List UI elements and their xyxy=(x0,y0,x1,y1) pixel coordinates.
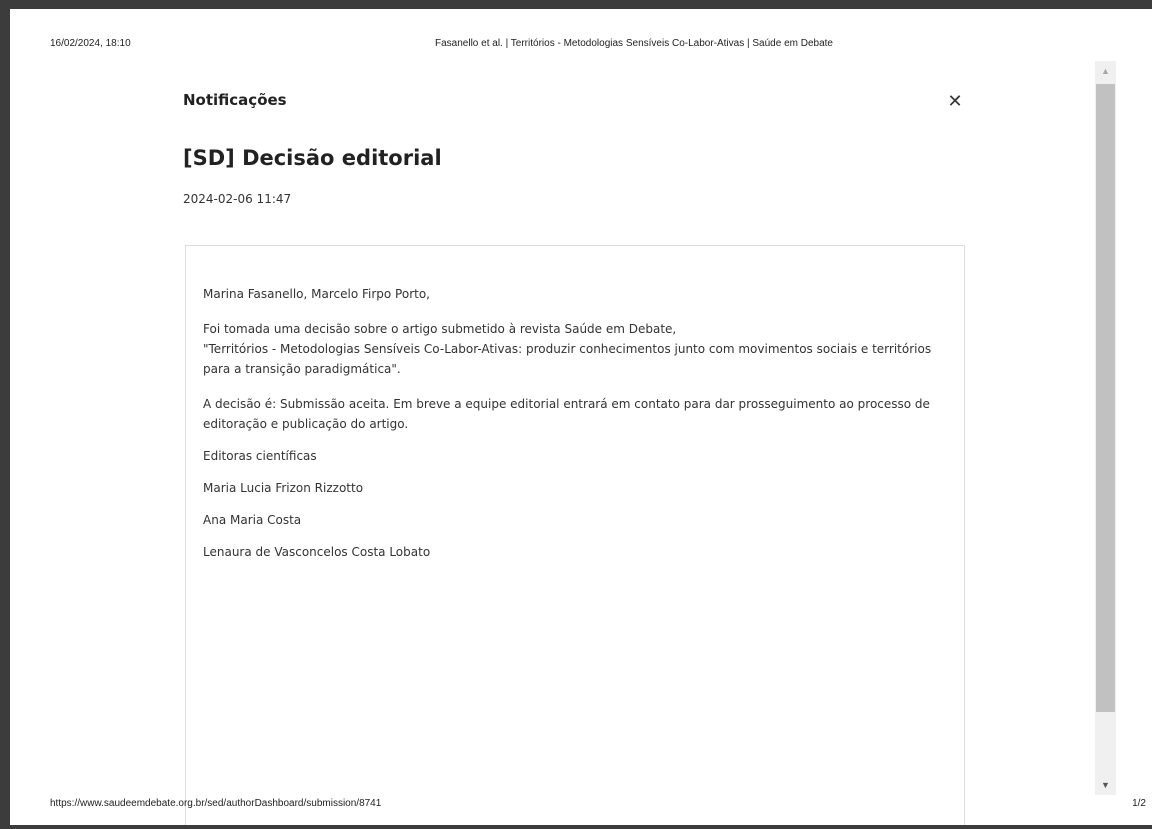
arrow-up-icon[interactable]: ▲ xyxy=(1095,61,1116,81)
article-title: "Territórios - Metodologias Sensíveis Co… xyxy=(203,342,932,376)
print-page-number: 1/2 xyxy=(1132,798,1146,809)
decision-paragraph: Foi tomada uma decisão sobre o artigo su… xyxy=(203,319,953,379)
close-icon[interactable]: ✕ xyxy=(947,92,963,110)
printed-page: 16/02/2024, 18:10 Fasanello et al. | Ter… xyxy=(10,9,1152,825)
decision-intro: Foi tomada uma decisão sobre o artigo su… xyxy=(203,322,677,336)
scrollbar-thumb[interactable] xyxy=(1096,84,1115,712)
scrollbar[interactable]: ▲ ▼ xyxy=(1095,61,1116,795)
print-title: Fasanello et al. | Territórios - Metodol… xyxy=(435,38,833,49)
editor-name: Ana Maria Costa xyxy=(203,513,302,527)
modal-heading: Notificações xyxy=(183,91,287,109)
signature-title: Editoras científicas xyxy=(203,449,317,463)
print-date: 16/02/2024, 18:10 xyxy=(50,38,131,49)
decision-result: A decisão é: Submissão aceita. Em breve … xyxy=(203,397,930,431)
notification-body: Marina Fasanello, Marcelo Firpo Porto, F… xyxy=(185,245,965,825)
arrow-down-icon[interactable]: ▼ xyxy=(1095,775,1116,795)
editor-name: Maria Lucia Frizon Rizzotto xyxy=(203,481,364,495)
editor-name: Lenaura de Vasconcelos Costa Lobato xyxy=(203,545,431,559)
notification-date: 2024-02-06 11:47 xyxy=(183,192,292,206)
notification-title: [SD] Decisão editorial xyxy=(183,146,442,170)
print-url: https://www.saudeemdebate.org.br/sed/aut… xyxy=(50,798,382,809)
greeting: Marina Fasanello, Marcelo Firpo Porto, xyxy=(203,287,430,301)
